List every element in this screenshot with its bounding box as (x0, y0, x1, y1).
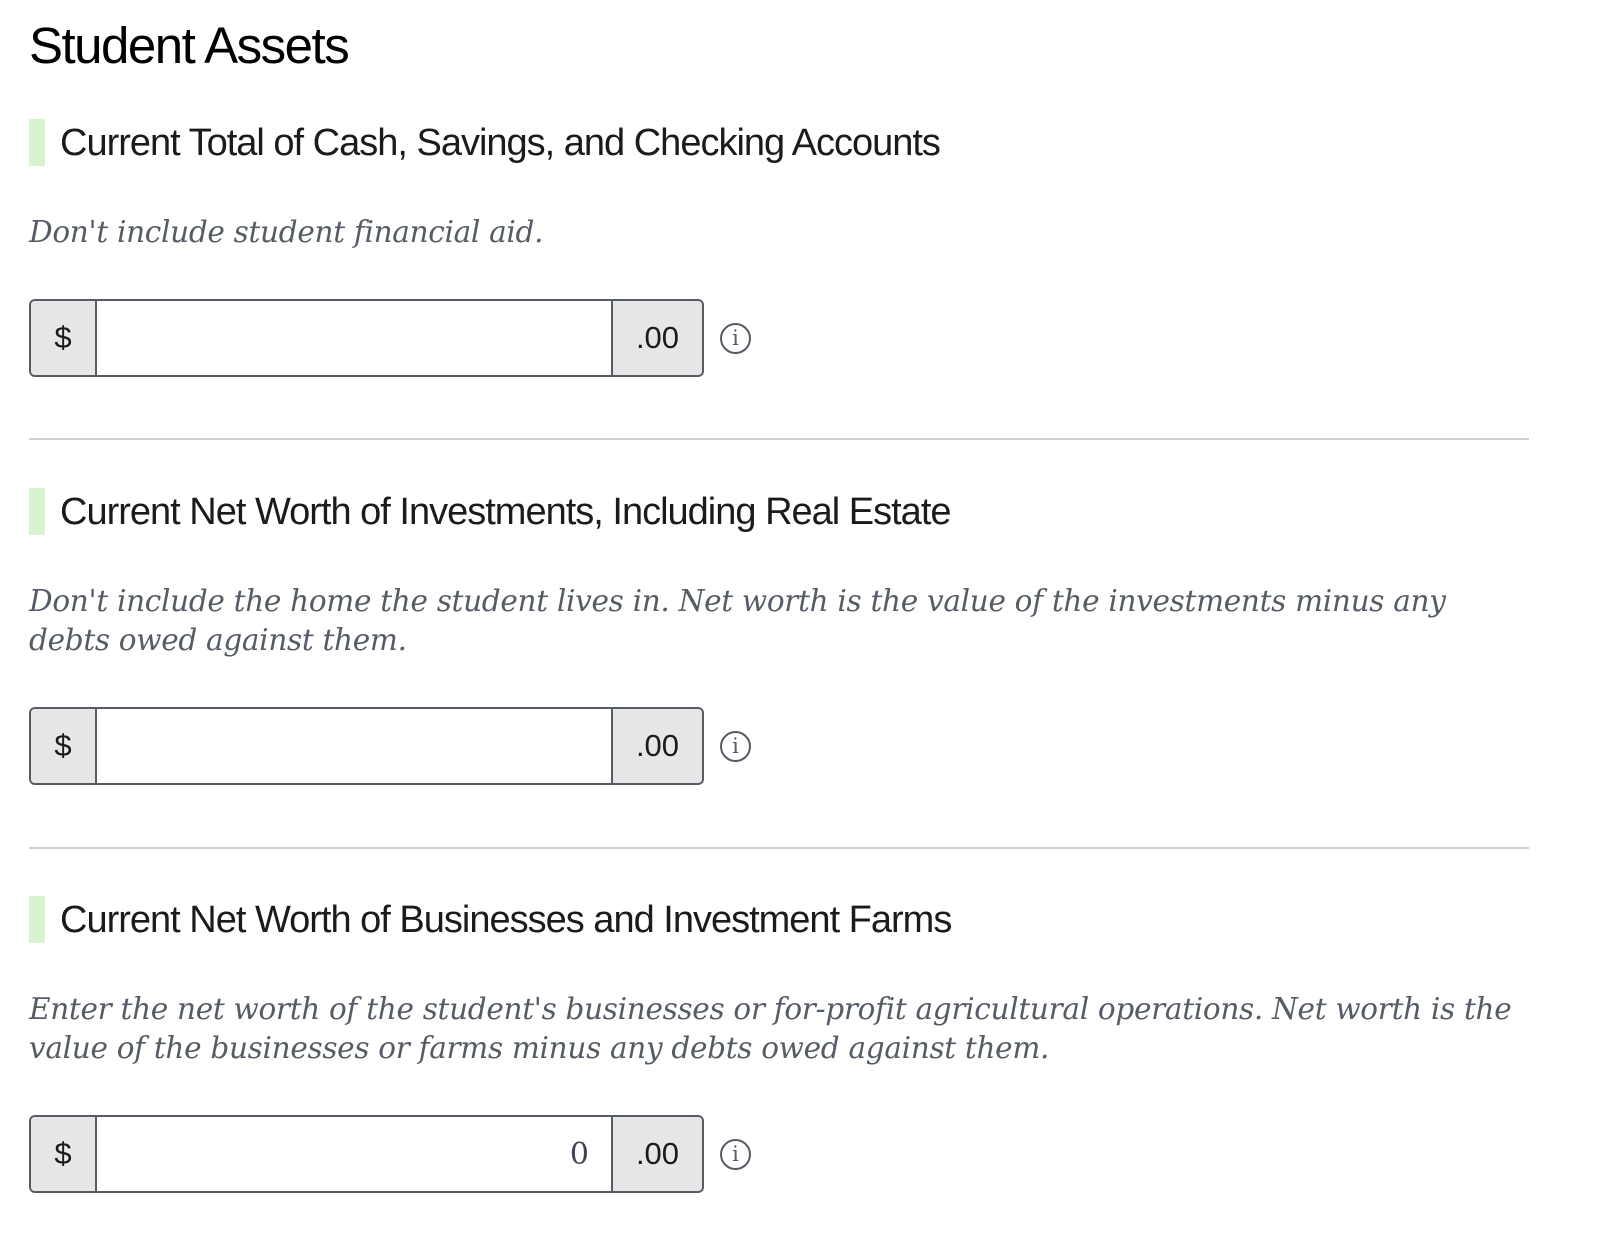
question-heading-text: Current Net Worth of Businesses and Inve… (60, 899, 952, 941)
question-heading: Current Total of Cash, Savings, and Chec… (29, 119, 1529, 167)
question-heading: Current Net Worth of Investments, Includ… (29, 488, 1529, 536)
businesses-farms-net-worth-input[interactable] (97, 1117, 611, 1191)
money-input-group: $ .00 (29, 707, 704, 785)
question-heading-text: Current Total of Cash, Savings, and Chec… (60, 122, 941, 164)
info-icon[interactable]: i (720, 1138, 751, 1170)
heading-accent-bar (29, 488, 45, 535)
cents-suffix: .00 (611, 709, 702, 783)
question-hint: Enter the net worth of the student's bus… (29, 992, 1512, 1065)
info-icon[interactable]: i (720, 730, 751, 762)
question-heading: Current Net Worth of Businesses and Inve… (29, 896, 1529, 944)
currency-prefix: $ (31, 1117, 97, 1191)
question-investments-real-estate: Current Net Worth of Investments, Includ… (29, 488, 1529, 785)
question-hint: Don't include the home the student lives… (29, 584, 1446, 657)
section-divider (29, 438, 1529, 440)
question-businesses-farms: Current Net Worth of Businesses and Inve… (29, 896, 1529, 1193)
heading-accent-bar (29, 119, 45, 166)
money-input-group: $ .00 (29, 1115, 704, 1193)
question-hint: Don't include student financial aid. (29, 215, 544, 249)
heading-accent-bar (29, 896, 45, 943)
cash-savings-checking-input[interactable] (97, 301, 611, 375)
cents-suffix: .00 (611, 301, 702, 375)
investments-net-worth-input[interactable] (97, 709, 611, 783)
cents-suffix: .00 (611, 1117, 702, 1191)
currency-prefix: $ (31, 709, 97, 783)
section-divider (29, 847, 1529, 849)
money-input-row: $ .00 i (29, 707, 751, 785)
currency-prefix: $ (31, 301, 97, 375)
question-heading-text: Current Net Worth of Investments, Includ… (60, 491, 952, 533)
page-title: Student Assets (29, 17, 350, 74)
money-input-row: $ .00 i (29, 299, 751, 377)
money-input-group: $ .00 (29, 299, 704, 377)
info-icon[interactable]: i (720, 322, 751, 354)
question-cash-savings-checking: Current Total of Cash, Savings, and Chec… (29, 119, 1529, 377)
money-input-row: $ .00 i (29, 1115, 751, 1193)
